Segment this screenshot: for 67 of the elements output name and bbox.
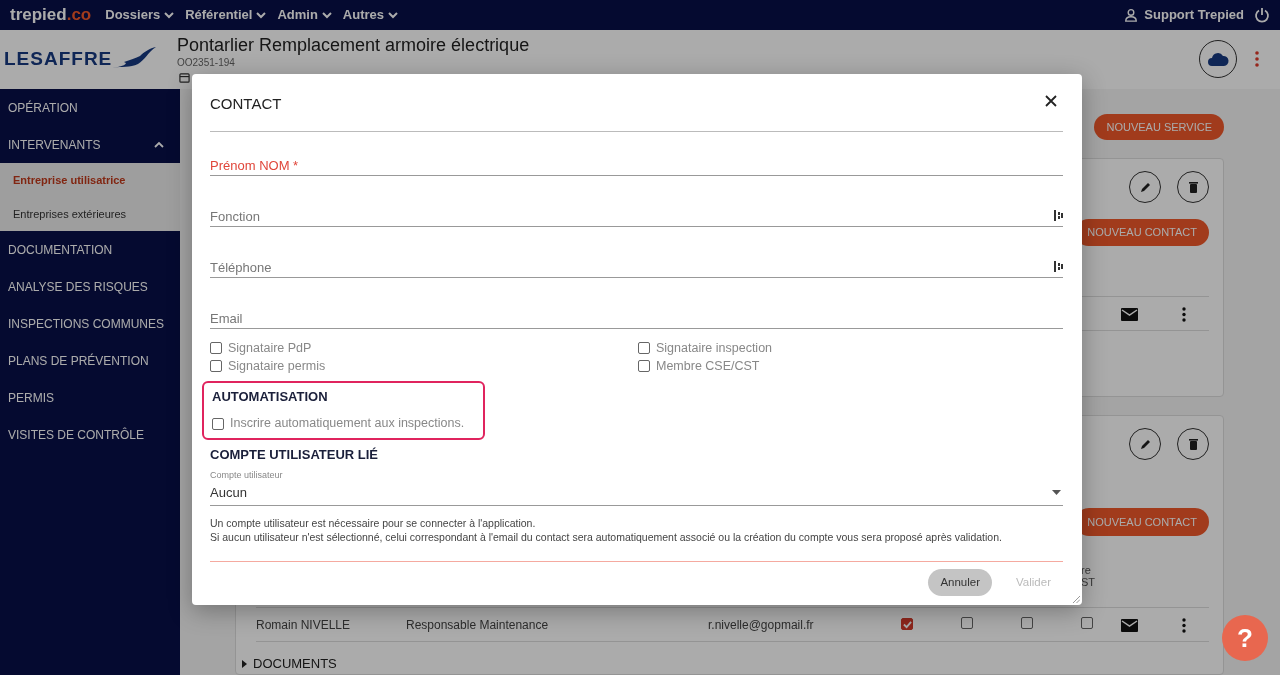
section-heading: AUTOMATISATION [212, 388, 329, 406]
pencil-icon [1138, 180, 1152, 194]
checkbox[interactable] [212, 417, 224, 430]
checkbox[interactable] [961, 616, 973, 629]
user-menu[interactable]: Support Trepied [1124, 5, 1244, 25]
nav-menu[interactable]: Admin [277, 5, 333, 25]
kebab-icon[interactable] [1182, 617, 1186, 633]
checkbox[interactable] [638, 360, 650, 372]
field-addon-icon[interactable] [1054, 261, 1063, 272]
submenu-item[interactable]: Entreprise utilisatrice [0, 163, 180, 197]
nav-menu[interactable]: Autres [342, 5, 399, 25]
chevron-down-icon [387, 9, 399, 21]
trash-icon [1186, 437, 1200, 451]
checkbox-label: Signataire inspection [656, 339, 773, 357]
person-icon [1124, 8, 1139, 22]
sidebar-item[interactable]: DOCUMENTATION [0, 231, 180, 268]
caret-right-icon[interactable] [242, 659, 247, 668]
sidebar-item[interactable]: OPÉRATION [0, 89, 180, 126]
checkbox[interactable] [638, 342, 650, 354]
checkbox[interactable] [901, 618, 913, 630]
section-title[interactable]: DOCUMENTS [253, 654, 337, 674]
sidebar-item[interactable]: VISITES DE CONTRÔLE [0, 416, 180, 453]
submenu-item[interactable]: Entreprises extérieures [0, 197, 180, 231]
dropdown-caret-icon [1052, 490, 1061, 495]
envelope-icon[interactable] [1121, 307, 1138, 321]
checkbox[interactable] [210, 342, 222, 354]
page-title: Pontarlier Remplacement armoire électrique [177, 35, 531, 56]
contact-role: Responsable Maintenance [406, 616, 550, 634]
checkbox-label: Inscrire automatiquement aux inspections. [230, 415, 465, 433]
chevron-down-icon [320, 9, 333, 21]
envelope-icon[interactable] [1121, 618, 1138, 632]
brand-logo[interactable]: trepied.co [10, 2, 92, 28]
power-icon[interactable] [1254, 7, 1270, 23]
cancel-button[interactable]: Annuler [928, 569, 993, 596]
checkbox-label: Signataire PdP [228, 339, 312, 357]
chevron-down-icon [255, 9, 268, 21]
help-text: Si aucun utilisateur n'est sélectionné, celui correspondant à l'email du contact sera automatiquement associé ou la création du compte vous sera proposé après validation. [210, 530, 1003, 544]
sidebar-item[interactable]: INTERVENANTS [8, 135, 154, 154]
trash-icon [1186, 180, 1200, 194]
dialog-title: CONTACT [210, 94, 282, 115]
cloud-icon [1207, 51, 1229, 68]
checkbox-label: Membre CSE/CST [656, 357, 760, 375]
checkbox-label: Signataire permis [228, 357, 326, 375]
sidebar-item[interactable]: PLANS DE PRÉVENTION [0, 342, 180, 379]
select-field[interactable]: Compte utilisateur Aucun [210, 466, 1063, 506]
nav-menu[interactable]: Dossiers [105, 5, 176, 25]
contact-name: Romain NIVELLE [256, 616, 352, 634]
checkbox[interactable] [210, 360, 222, 372]
section-heading: COMPTE UTILISATEUR LIÉ [210, 445, 380, 464]
close-icon[interactable] [1045, 94, 1057, 107]
help-text: Un compte utilisateur est nécessaire pour se connecter à l'application. [210, 516, 537, 530]
column-header: re ST [1081, 562, 1097, 588]
sidebar-item[interactable]: ANALYSE DES RISQUES [0, 268, 180, 305]
resize-handle-icon[interactable] [1073, 596, 1080, 603]
sidebar-item[interactable]: INSPECTIONS COMMUNES [0, 305, 180, 342]
nav-menu[interactable]: Référentiel [185, 5, 268, 25]
sidebar-item[interactable]: PERMIS [0, 379, 180, 416]
company-logo: LESAFFRE [4, 47, 113, 72]
checkbox[interactable] [1081, 616, 1093, 629]
project-code: OO2351-194 [177, 56, 236, 71]
calendar-icon [179, 72, 190, 84]
chevron-down-icon [163, 9, 176, 21]
kebab-icon[interactable] [1182, 306, 1186, 322]
contact-email: r.nivelle@gopmail.fr [708, 616, 815, 634]
field-addon-icon[interactable] [1054, 210, 1063, 221]
checkbox[interactable] [1021, 616, 1033, 629]
pencil-icon [1138, 437, 1152, 451]
